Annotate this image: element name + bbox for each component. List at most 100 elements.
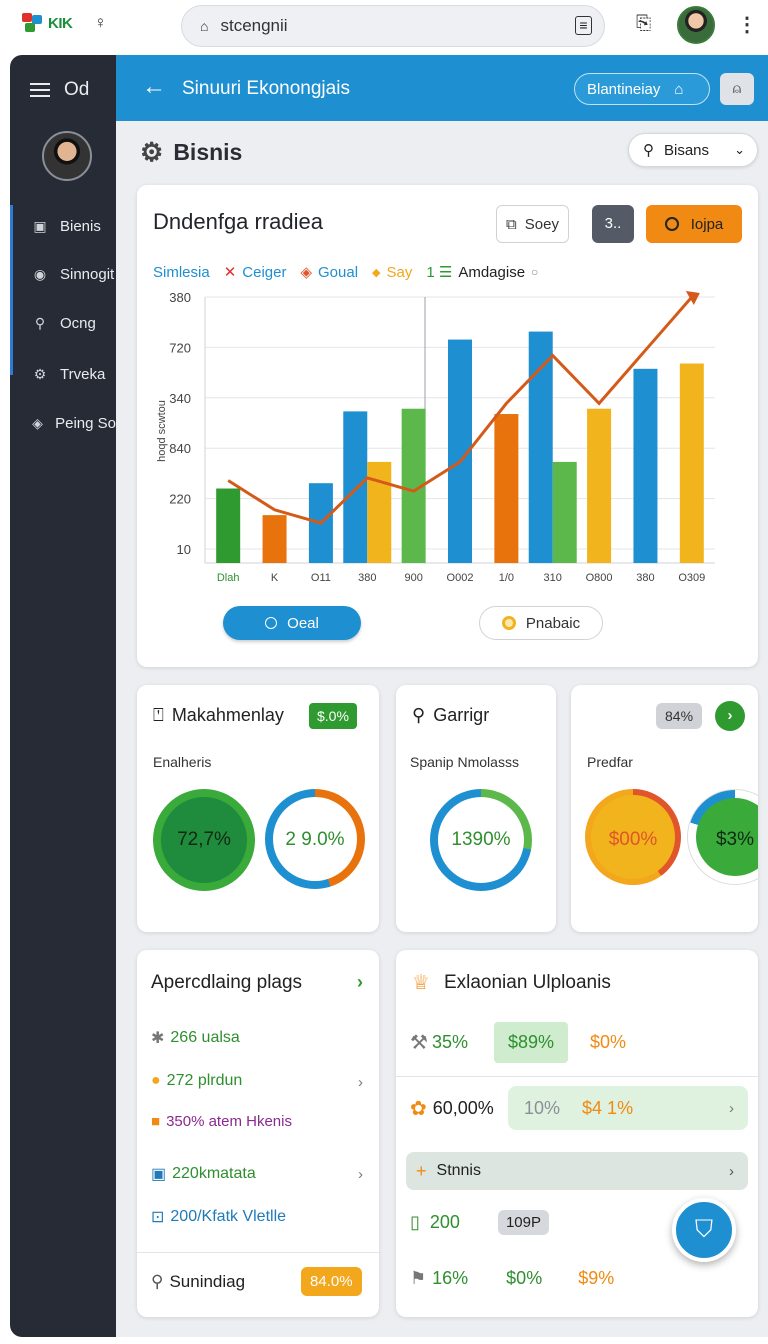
site-info-icon[interactable]: ⌂ — [200, 18, 208, 34]
sidebar-item-trveka[interactable]: ⚙ Trveka — [10, 354, 116, 394]
sidebar-item-bienis[interactable]: ▣ Bienis — [10, 206, 116, 246]
stat-row: ⚒ 35% $89% $0% — [410, 1022, 626, 1063]
status-badge: $.0% — [309, 703, 357, 729]
legend-item[interactable]: 1 ☰ Amdagise ○ — [426, 263, 539, 282]
bar-chart: 380 720 340 840 220 10 hoqd scwtou Dlah K O11 380 9… — [156, 290, 715, 584]
stat-value: $89% — [493, 1022, 569, 1063]
list-item[interactable]: ✱ 266 ualsa — [151, 1028, 240, 1048]
stat-value: 10% — [524, 1097, 561, 1118]
list-item-label: 272 plrdun — [166, 1072, 243, 1089]
sidebar-item-label: Peing So — [55, 414, 116, 432]
trophy-icon: ♕ — [412, 972, 430, 994]
metric-title: ⍞ Makahmenlay — [153, 705, 284, 726]
metric-subtitle: Spanip Nmolasss — [410, 754, 519, 770]
chevron-right-icon[interactable]: › — [358, 1074, 363, 1091]
coin-icon: ● — [151, 1072, 161, 1089]
share-icon[interactable]: ⎘ — [636, 13, 651, 35]
tab-icon[interactable]: ≡ — [575, 16, 592, 35]
more-menu-icon[interactable]: ⋮ — [737, 12, 757, 37]
stat-value: $0% — [506, 1268, 543, 1288]
sidebar-item-ocng[interactable]: ⚲ Ocng — [10, 303, 116, 343]
list-item[interactable]: ▣ 220kmatata — [151, 1164, 256, 1184]
pnabaic-button[interactable]: Pnabaic — [479, 606, 603, 640]
notification-button[interactable]: ⍝ — [720, 73, 754, 105]
chart-bar — [679, 363, 704, 563]
chart-bar — [343, 411, 368, 563]
chevron-right-icon[interactable]: › — [358, 1166, 363, 1183]
app-header: ← Sinuuri Ekonongjais Blantineiay ⌂ ⍝ — [116, 55, 768, 121]
legend-item[interactable]: Simlesia — [153, 264, 210, 281]
stat-value: 35% — [431, 1032, 468, 1052]
divider — [137, 1252, 379, 1253]
sidebar-item-label: Bienis — [60, 217, 101, 235]
account-icon[interactable]: ♀ — [94, 13, 107, 33]
chart-bar — [633, 368, 658, 563]
pnabaic-label: Pnabaic — [525, 614, 581, 632]
percent-badge: 84% — [656, 703, 703, 729]
shield-icon: ◈ — [32, 414, 43, 431]
gear-icon: ⚙ — [140, 137, 164, 167]
profile-avatar[interactable] — [677, 6, 715, 44]
stat-value: $4 1% — [582, 1097, 634, 1118]
x-tick-label: 380 — [358, 572, 376, 584]
brand-logo[interactable]: KIK — [22, 13, 73, 33]
x-tick-label: Dlah — [217, 572, 240, 584]
list-footer[interactable]: ⚲ Sunindiag — [151, 1272, 245, 1292]
filter-label: Bisans — [664, 141, 710, 159]
footer-label: Sunindiag — [169, 1272, 246, 1291]
donut-value: $00% — [608, 829, 658, 850]
stat-row[interactable]: ✿ 60,00% — [410, 1096, 494, 1121]
stat-value: $0% — [590, 1032, 627, 1052]
search-icon: ⚲ — [34, 314, 46, 331]
x-tick-label: O309 — [678, 572, 705, 584]
iojpa-button[interactable]: Iojpa — [646, 205, 742, 243]
browser-toolbar: KIK ♀ ⌂ stcengnii ≡ ⎘ ⋮ — [0, 0, 768, 52]
diamond-icon: ◆ — [372, 266, 381, 279]
oeal-button[interactable]: Oeal — [223, 606, 361, 640]
more-button[interactable]: 3.. — [592, 205, 634, 243]
y-tick-label: 220 — [169, 492, 191, 507]
menu-icon[interactable] — [30, 82, 50, 98]
user-icon: ⚲ — [412, 705, 426, 725]
chevron-right-icon[interactable]: › — [357, 972, 363, 993]
x-tick-label: 380 — [636, 572, 654, 584]
y-axis-label: hoqd scwtou — [156, 400, 168, 462]
donut-value: 2 9.0% — [285, 829, 345, 850]
sidebar-item-sinnogit[interactable]: ◉ Sinnogit — [10, 254, 116, 294]
metric-card: ⚲ Garrigr Spanip Nmolasss 1390% — [396, 685, 556, 932]
legend-item[interactable]: ◆ Say — [372, 264, 412, 281]
legend-item[interactable]: ◈ Goual — [300, 263, 358, 282]
back-arrow-icon[interactable]: ← — [142, 73, 166, 101]
x-tick-label: O11 — [311, 572, 331, 584]
legend-item[interactable]: ✕ Ceiger — [224, 263, 287, 282]
header-pill-button[interactable]: Blantineiay ⌂ — [574, 73, 710, 105]
stnnis-row[interactable]: + Stnnis › — [406, 1152, 748, 1190]
circle-icon: ○ — [531, 265, 539, 279]
sidebar-title: Od — [64, 79, 90, 100]
uploads-title-text: Exlaonian Ulploanis — [443, 971, 611, 993]
list-item[interactable]: ⊡ 200/Kfatk Vletlle — [151, 1207, 286, 1227]
stat-value: 200 — [429, 1212, 460, 1232]
radio-icon — [501, 616, 516, 630]
cart-fab-button[interactable]: ⛉ — [672, 1198, 736, 1262]
soey-button[interactable]: ⧉ Soey — [496, 205, 569, 243]
stat-value: 16% — [432, 1268, 469, 1288]
address-bar[interactable]: ⌂ stcengnii ≡ — [181, 5, 605, 47]
list-item[interactable]: ■ 350% atem Hkenis — [151, 1113, 292, 1130]
list-item[interactable]: ● 272 plrdun — [151, 1072, 365, 1090]
y-tick-label: 380 — [169, 290, 191, 305]
app-frame: Od ▣ Bienis ◉ Sinnogit ⚲ Ocng ⚙ Trveka ◈… — [10, 55, 768, 1337]
brand-icon — [22, 13, 44, 33]
sidebar-item-peing[interactable]: ◈ Peing So — [10, 403, 116, 443]
x-tick-label: 900 — [404, 572, 422, 584]
stat-highlight[interactable]: 10% $4 1% › — [508, 1086, 748, 1130]
x-tick-label: 310 — [544, 572, 562, 584]
list-item-label: 200/Kfatk Vletlle — [170, 1208, 287, 1225]
chart-title: Dndenfga rradiea — [153, 209, 324, 234]
chevron-right-icon[interactable]: › — [715, 701, 745, 731]
avatar[interactable] — [42, 131, 92, 181]
stat-value: $9% — [578, 1268, 615, 1288]
gear-icon: ✱ — [151, 1030, 165, 1047]
filter-dropdown[interactable]: ⚲ Bisans ⌄ — [628, 133, 758, 167]
brand-name: KIK — [48, 14, 73, 32]
